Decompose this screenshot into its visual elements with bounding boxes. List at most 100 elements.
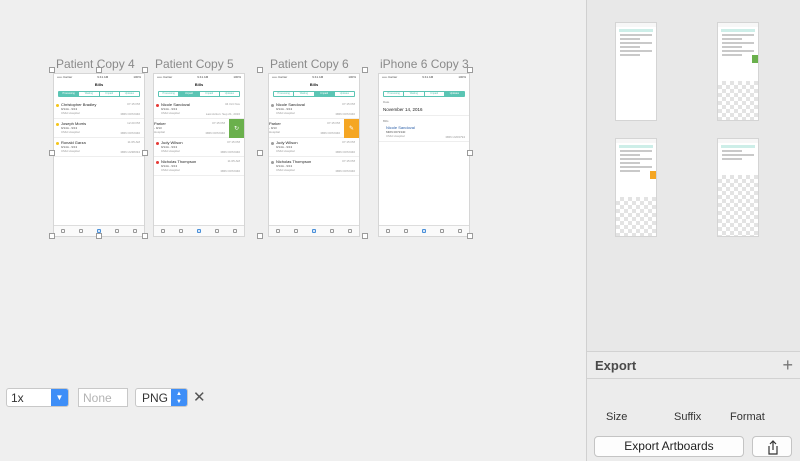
remove-export-icon[interactable]: ✕	[193, 388, 206, 406]
list-item[interactable]: Nicole Sandoval 9/14A - 9/13 CMH Hospital 0…	[269, 100, 359, 119]
segment-tab[interactable]: Waiting	[294, 92, 315, 96]
tab-more-icon[interactable]	[458, 229, 462, 233]
tab-patients-icon[interactable]	[79, 229, 83, 233]
selection-handle[interactable]	[142, 233, 148, 239]
artboard-label[interactable]: Patient Copy 5	[155, 57, 234, 71]
selection-handle[interactable]	[467, 233, 473, 239]
tab-bills-icon[interactable]	[197, 229, 201, 233]
segment-tab[interactable]: Updates	[120, 92, 139, 96]
artboard[interactable]: ••••• Carrier 9:41 AM 100% Processing Waitin…	[378, 73, 470, 237]
export-artboards-button[interactable]: Export Artboards	[594, 436, 744, 457]
tab-more-icon[interactable]	[133, 229, 137, 233]
size-select[interactable]: 1x ▼	[6, 388, 69, 407]
segment-tab[interactable]: Waiting	[404, 92, 425, 96]
tab-star-icon[interactable]	[330, 229, 334, 233]
tab-patients-icon[interactable]	[294, 229, 298, 233]
tab-star-icon[interactable]	[215, 229, 219, 233]
battery-text: 100%	[133, 75, 141, 79]
preview-thumb-4[interactable]	[717, 138, 759, 237]
artboard[interactable]: ••••• Carrier 9:41 AM 100% Bills Processing W…	[268, 73, 360, 237]
selection-handle[interactable]	[49, 67, 55, 73]
segment-tab[interactable]: Processing	[274, 92, 295, 96]
segment-tab[interactable]: Processing	[384, 92, 405, 96]
tab-home-icon[interactable]	[276, 229, 280, 233]
list-item[interactable]: Christopher Bradley 9/14A - 9/13 CMH Hospi…	[54, 100, 144, 119]
tab-bills-icon[interactable]	[422, 229, 426, 233]
row-time: 07:15 PM	[127, 102, 140, 106]
list-item[interactable]: Joseph Morris 9/14A - 9/13 CMH Hospital 12:…	[54, 119, 144, 138]
list-item[interactable]: Judy Wilson 9/14A - 9/13 CMH Hospital 07:15…	[269, 138, 359, 157]
selection-handle[interactable]	[467, 150, 473, 156]
row-time: 07:15 PM	[342, 159, 355, 163]
selection-handle[interactable]	[362, 233, 368, 239]
suffix-input[interactable]	[78, 388, 128, 407]
tab-patients-icon[interactable]	[179, 229, 183, 233]
artboard-label[interactable]: Patient Copy 6	[270, 57, 349, 71]
selection-handle[interactable]	[142, 67, 148, 73]
status-time: 9:41 AM	[197, 75, 209, 79]
segmented-control: Processing Waiting Unpaid Updates	[273, 91, 355, 97]
selection-handle[interactable]	[362, 67, 368, 73]
preview-thumb-1[interactable]	[615, 22, 657, 121]
battery-text: 100%	[458, 75, 466, 79]
list-item[interactable]: Parker - 9/13 Hospital 07:15 PM MRN 0072340 ↻	[154, 119, 244, 138]
carrier-text: ••••• Carrier	[57, 75, 73, 79]
preview-thumb-2[interactable]	[717, 22, 759, 121]
segment-tab[interactable]: Updates	[220, 92, 239, 96]
share-button[interactable]	[752, 436, 792, 457]
status-dot	[156, 161, 159, 164]
artboard-label[interactable]: iPhone 6 Copy 3	[380, 57, 469, 71]
format-select[interactable]: PNG ▲ ▼	[135, 388, 188, 407]
preview-thumb-3[interactable]	[615, 138, 657, 237]
tab-star-icon[interactable]	[440, 229, 444, 233]
list-item[interactable]: Nicholas Thompson 9/14A - 9/13 CMH Hospita…	[154, 157, 244, 176]
row-time: 07:15 PM	[327, 121, 340, 125]
list-item[interactable]: Nicholas Thompson 9/14A - 9/13 CMH Hospita…	[269, 157, 359, 176]
selection-handle[interactable]	[467, 67, 473, 73]
selection-handle[interactable]	[49, 233, 55, 239]
selection-handle[interactable]	[142, 150, 148, 156]
segment-tab[interactable]: Waiting	[79, 92, 100, 96]
segment-tab[interactable]: Processing	[159, 92, 180, 96]
list-item[interactable]: Nicole Sandoval 9/14A - 9/13 CMH Hospital 3…	[154, 100, 244, 119]
swipe-action-icon: ✎	[348, 126, 355, 132]
list-item[interactable]: Nicole Sandoval MRN 0072340 CMH Hospital MR…	[379, 123, 469, 142]
selection-handle[interactable]	[95, 67, 102, 73]
segment-tab[interactable]: Unpaid	[100, 92, 120, 96]
size-caption: Size	[606, 411, 628, 423]
row-time: 11:05 AM	[127, 140, 140, 144]
selection-handle[interactable]	[257, 150, 263, 156]
segment-tab[interactable]: Updates	[444, 92, 464, 96]
row-time: 07:15 PM	[212, 121, 225, 125]
segment-tab[interactable]: Unpaid	[200, 92, 220, 96]
segment-tab[interactable]: Unpaid	[179, 92, 200, 96]
carrier-text: ••••• Carrier	[272, 75, 288, 79]
segment-tab[interactable]: Unpaid	[314, 92, 335, 96]
updown-arrows-icon: ▲ ▼	[171, 389, 187, 406]
list-item[interactable]: Ronald Garza 9/14A - 9/13 CMH Hospital 11:0…	[54, 138, 144, 157]
artboard[interactable]: ••••• Carrier 9:41 AM 100% Bills Processing W…	[53, 73, 145, 237]
segment-tab[interactable]: Updates	[335, 92, 354, 96]
swipe-action-button[interactable]: ✎	[344, 119, 359, 138]
add-export-icon[interactable]: +	[782, 355, 793, 376]
segment-tab[interactable]: Processing	[59, 92, 80, 96]
list-item[interactable]: Judy Wilson 9/14A - 9/13 CMH Hospital 07:15…	[154, 138, 244, 157]
tab-patients-icon[interactable]	[404, 229, 408, 233]
tab-home-icon[interactable]	[161, 229, 165, 233]
tab-home-icon[interactable]	[386, 229, 390, 233]
list-item[interactable]: Parker - 9/13 Hospital 07:15 PM MRN 0072340 ✎	[269, 119, 359, 138]
tab-home-icon[interactable]	[61, 229, 65, 233]
tab-more-icon[interactable]	[233, 229, 237, 233]
status-dot	[56, 104, 59, 107]
segment-tab[interactable]: Unpaid	[425, 92, 445, 96]
selection-handle[interactable]	[49, 150, 55, 156]
artboard[interactable]: ••••• Carrier 9:41 AM 100% Bills Processing U…	[153, 73, 245, 237]
tab-bills-icon[interactable]	[312, 229, 316, 233]
tab-star-icon[interactable]	[115, 229, 119, 233]
swipe-action-button[interactable]: ↻	[229, 119, 244, 138]
tab-more-icon[interactable]	[348, 229, 352, 233]
selection-handle[interactable]	[257, 233, 263, 239]
nav-title	[379, 80, 469, 90]
selection-handle[interactable]	[257, 67, 263, 73]
selection-handle[interactable]	[95, 233, 102, 239]
